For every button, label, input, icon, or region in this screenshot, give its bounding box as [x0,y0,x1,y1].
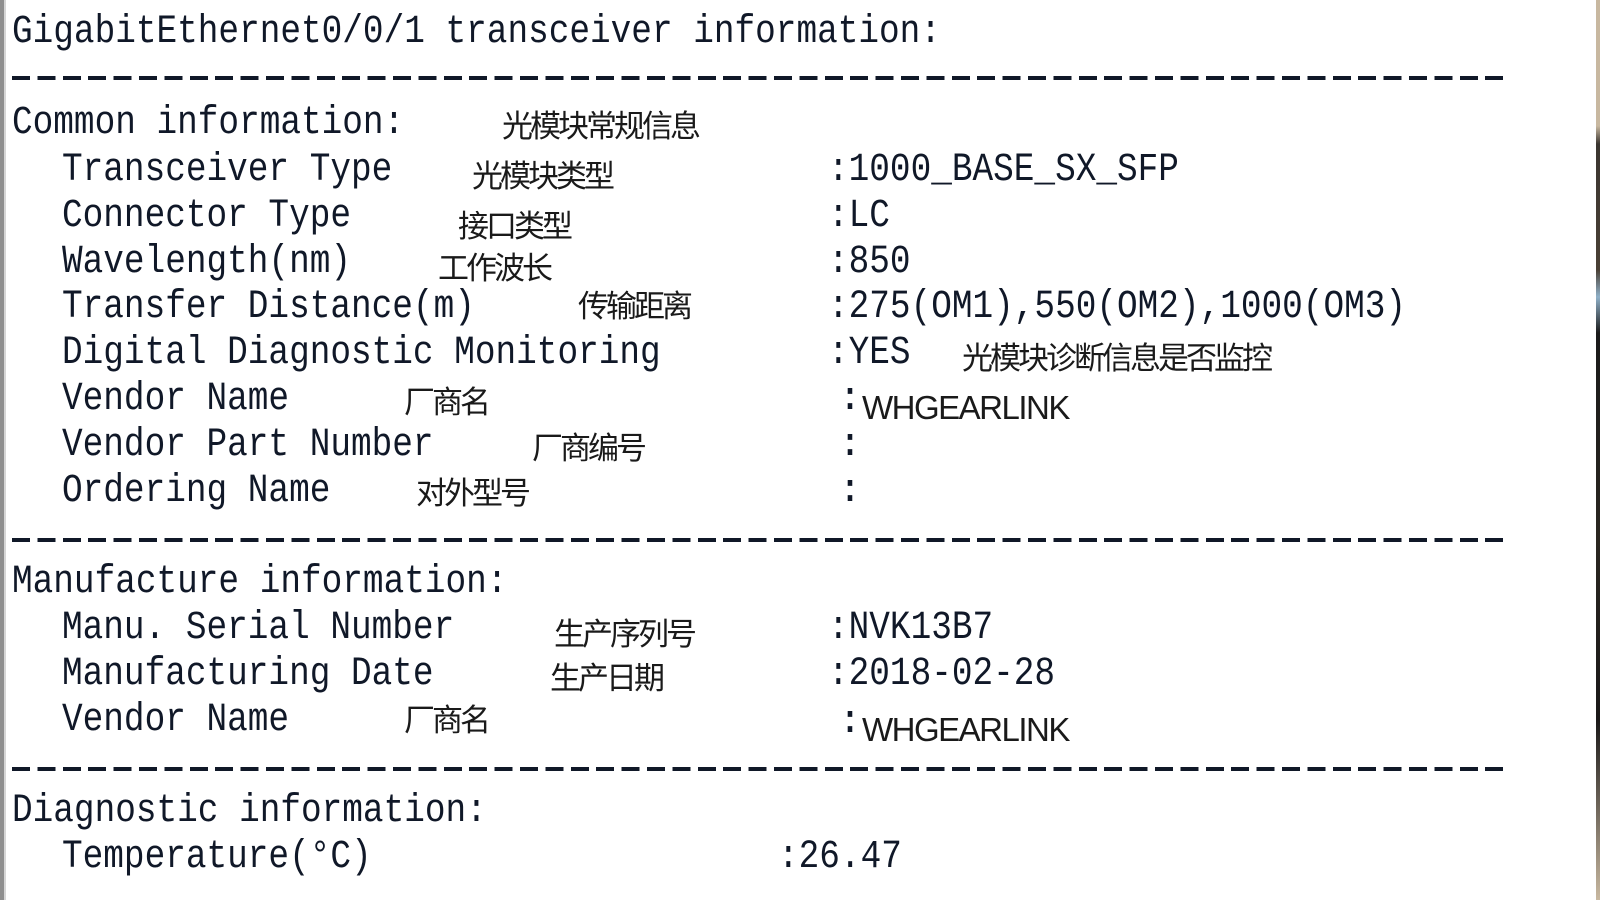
manufacture-heading: Manufacture information: [12,560,508,605]
row-label-transfer-distance: Transfer Distance(m) [62,285,475,330]
row-cn-connector-type: 接口类型 [458,209,573,245]
row-cn-ordering-name: 对外型号 [416,476,531,512]
row-cn-transfer-distance: 传输距离 [578,289,693,325]
colon: : [838,377,863,422]
row-label-ordering-name: Ordering Name [62,469,331,514]
row-label-temperature: Temperature(°C) [62,835,372,880]
diagnostic-heading: Diagnostic information: [12,789,487,834]
row-value-manufacturing-date: :2018-02-28 [828,652,1056,697]
row-label-manufacturing-date: Manufacturing Date [62,652,434,697]
row-label-ddm: Digital Diagnostic Monitoring [62,331,661,376]
separator-line [12,76,1510,80]
row-value-vendor-name-2: WHGEARLINK [862,711,1070,748]
row-label-transceiver-type: Transceiver Type [62,148,393,193]
row-label-vendor-part-number: Vendor Part Number [62,423,434,468]
row-cn-transceiver-type: 光模块类型 [472,159,615,195]
colon: : [838,469,863,514]
common-heading-cn: 光模块常规信息 [502,109,701,145]
window-right-edge [1596,0,1600,900]
row-cn-serial-number: 生产序列号 [554,617,697,653]
row-value-temperature: :26.47 [778,835,902,880]
row-value-serial-number: :NVK13B7 [828,606,994,651]
row-cn-vendor-part-number: 厂商编号 [532,431,647,467]
separator-line [12,538,1510,542]
row-value-ddm: :YES [828,331,911,376]
row-value-transceiver-type: :1000_BASE_SX_SFP [828,148,1179,193]
row-cn-manufacturing-date: 生产日期 [550,661,665,697]
row-value-transfer-distance: :275(OM1),550(OM2),1000(OM3) [828,285,1407,330]
colon: : [838,423,863,468]
row-value-wavelength: :850 [828,240,911,285]
row-value-connector-type: :LC [828,194,890,239]
row-label-connector-type: Connector Type [62,194,352,239]
row-label-vendor-name-2: Vendor Name [62,698,290,743]
row-label-wavelength: Wavelength(nm) [62,240,352,285]
colon: : [838,700,863,745]
row-cn-ddm: 光模块诊断信息是否监控 [962,341,1273,377]
interface-title: GigabitEthernet0/0/1 transceiver informa… [12,10,941,55]
separator-line [12,767,1510,771]
row-label-vendor-name: Vendor Name [62,377,290,422]
window-left-border [0,0,6,900]
row-label-serial-number: Manu. Serial Number [62,606,455,651]
common-heading: Common information: [12,101,405,146]
row-cn-vendor-name-2: 厂商名 [404,703,491,739]
row-value-vendor-name: WHGEARLINK [862,389,1070,426]
row-cn-vendor-name: 厂商名 [404,385,491,421]
